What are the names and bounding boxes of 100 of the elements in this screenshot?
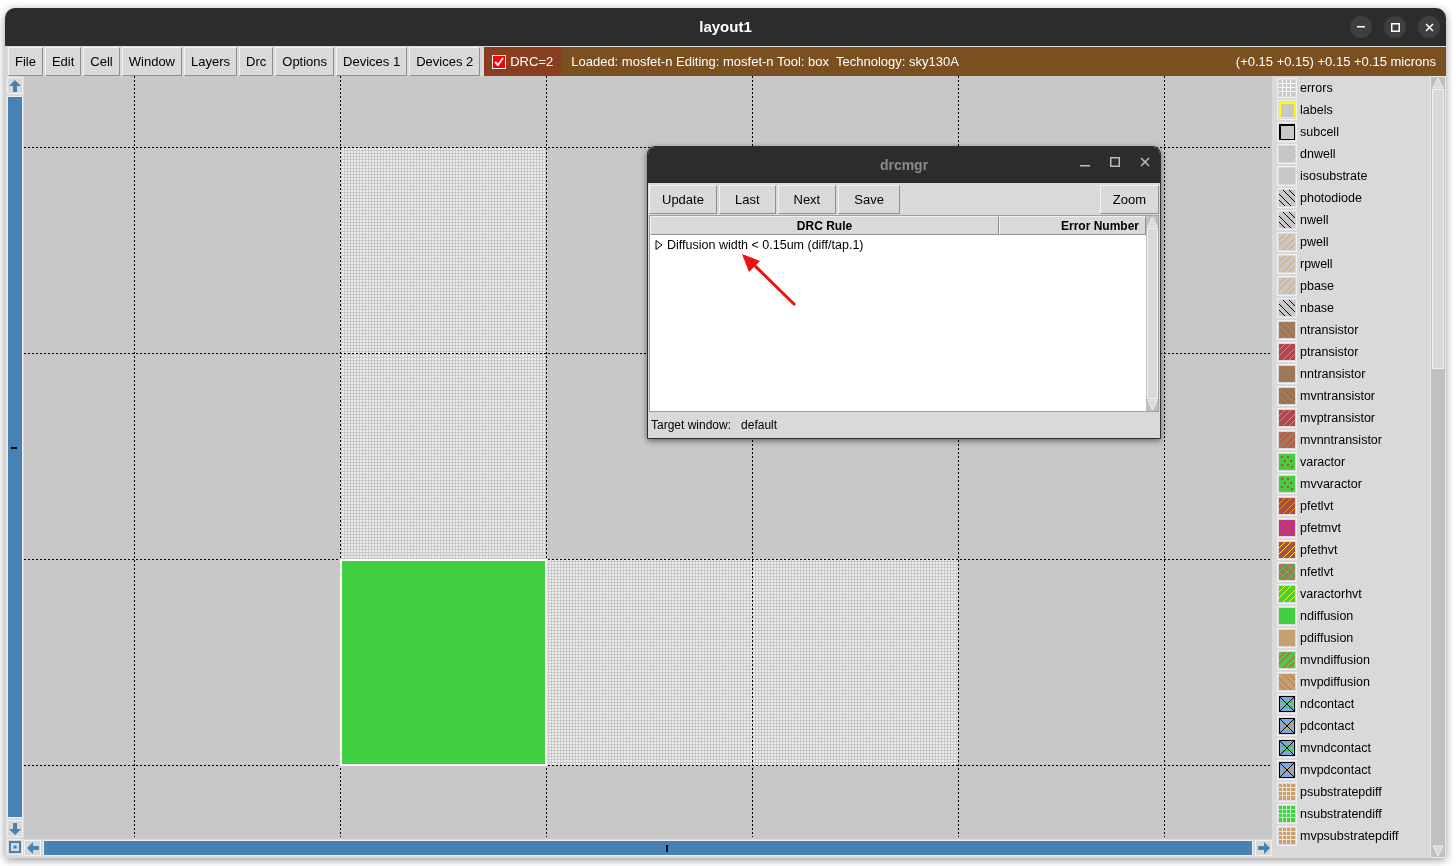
menu-button[interactable]: Devices 1 [336,47,408,76]
vertical-scrollbar-thumb[interactable] [7,96,23,818]
maximize-icon [1390,22,1400,32]
layer-swatch[interactable] [1277,232,1297,252]
dialog-title: drcmgr [879,155,929,175]
layer-name[interactable]: pfetmvt [1300,518,1341,538]
menu-button[interactable]: Drc [239,47,274,76]
layer-name[interactable]: ndcontact [1300,694,1355,714]
layout-canvas[interactable] [24,76,1272,837]
menu-button[interactable]: Layers [184,47,238,76]
horizontal-scrollbar-thumb[interactable] [43,839,1253,856]
layer-name[interactable]: pdcontact [1300,716,1355,736]
menu-button[interactable]: Edit [44,47,82,76]
column-header[interactable]: DRC Rule [650,216,999,235]
left-arrow-icon [26,841,39,854]
layer-name[interactable]: labels [1300,100,1333,120]
close-icon[interactable] [1140,157,1150,167]
layer-name[interactable]: subcell [1300,122,1339,142]
dialog-button[interactable]: Save [838,185,900,214]
drc-rule-text[interactable]: Diffusion width < 0.15um (diff/tap.1) [667,235,864,255]
up-triangle-icon [1146,216,1158,228]
close-button[interactable] [1418,16,1440,38]
dialog-button[interactable]: Last [718,185,776,214]
layer-name[interactable]: pfetlvt [1300,496,1334,516]
layer-name[interactable]: nbase [1300,298,1335,318]
maximize-icon[interactable] [1110,157,1120,167]
scroll-down-button[interactable] [7,820,23,837]
layer-swatch[interactable] [1277,562,1297,582]
menu-button[interactable]: File [8,47,43,76]
layer-name[interactable]: mvpdcontact [1300,760,1371,780]
layer-name[interactable]: ntransistor [1300,320,1359,340]
dialog-button[interactable]: Next [777,185,837,214]
target-window-value: default [741,417,778,434]
zoom-box-button[interactable] [7,839,23,855]
layer-name[interactable]: rpwell [1300,254,1333,274]
layer-scrollbar-track[interactable] [1430,76,1446,858]
layer-name[interactable]: nsubstratendiff [1300,804,1382,824]
minimize-icon [1357,26,1365,28]
layer-swatch[interactable] [1277,672,1297,692]
layer-name[interactable]: mvpsubstratepdiff [1300,826,1399,846]
maximize-button[interactable] [1384,16,1406,38]
layer-name[interactable]: varactorhvt [1300,584,1362,604]
dialog-button[interactable]: Update [649,185,717,214]
layer-name[interactable]: pbase [1300,276,1335,296]
layer-name[interactable]: errors [1300,78,1333,98]
menu-button[interactable]: Cell [83,47,120,76]
scroll-up-button[interactable] [7,77,23,94]
layer-name[interactable]: isosubstrate [1300,166,1368,186]
layer-swatch[interactable] [1277,320,1297,340]
layer-name[interactable]: mvptransistor [1300,408,1376,428]
layer-name[interactable]: mvndcontact [1300,738,1371,758]
column-header[interactable]: Error Number [999,216,1146,235]
layer-swatch[interactable] [1277,342,1297,362]
drc-toggle[interactable]: DRC=2 [484,47,562,76]
up-arrow-icon [9,79,21,92]
menu-button[interactable]: Options [275,47,335,76]
minimize-button[interactable] [1350,16,1372,38]
layer-swatch[interactable] [1277,254,1297,274]
menu-button[interactable]: Window [121,47,182,76]
layer-name[interactable]: photodiode [1300,188,1362,208]
layer-name[interactable]: mvndiffusion [1300,650,1370,670]
layer-name[interactable]: pfethvt [1300,540,1338,560]
scroll-right-button[interactable] [1255,839,1272,856]
layer-name[interactable]: nfetlvt [1300,562,1334,582]
menu-button[interactable]: Devices 2 [409,47,481,76]
layer-name[interactable]: mvnntransistor [1300,430,1382,450]
down-triangle-icon [1432,845,1444,857]
layer-swatch[interactable] [1277,496,1297,516]
up-triangle-icon [1432,77,1444,89]
layer-name[interactable]: dnwell [1300,144,1336,164]
layer-name[interactable]: mvntransistor [1300,386,1376,406]
layer-swatch[interactable] [1277,298,1297,318]
close-icon [1424,22,1434,32]
window-title: layout1 [699,16,752,37]
layer-swatch[interactable] [1277,210,1297,230]
layer-name[interactable]: nntransistor [1300,364,1366,384]
right-arrow-icon [1257,841,1270,854]
layer-swatch[interactable] [1277,650,1297,670]
zoom-button[interactable]: Zoom [1099,185,1159,214]
layer-swatch[interactable] [1277,188,1297,208]
layer-swatch[interactable] [1277,386,1297,406]
status-text: Loaded: mosfet-n Editing: mosfet-n Tool: box Technology: sky130A [571,52,959,71]
layer-name[interactable]: ndiffusion [1300,606,1354,626]
layer-name[interactable]: nwell [1300,210,1329,230]
layer-name[interactable]: psubstratepdiff [1300,782,1382,802]
down-arrow-icon [9,822,21,835]
layer-name[interactable]: mvpdiffusion [1300,672,1370,692]
layer-name[interactable]: ptransistor [1300,342,1359,362]
layer-name[interactable]: pwell [1300,232,1329,252]
layer-name[interactable]: varactor [1300,452,1346,472]
layer-swatch[interactable] [1277,430,1297,450]
layer-swatch[interactable] [1277,518,1297,538]
collapsed-triangle-icon[interactable] [655,240,663,250]
layer-swatch[interactable] [1277,408,1297,428]
scroll-left-button[interactable] [24,839,41,856]
checkbox[interactable] [492,54,507,69]
coordinates-text: (+0.15 +0.15) +0.15 +0.15 microns [1235,52,1436,71]
layer-name[interactable]: mvvaractor [1300,474,1362,494]
layer-swatch[interactable] [1277,276,1297,296]
layer-name[interactable]: pdiffusion [1300,628,1354,648]
